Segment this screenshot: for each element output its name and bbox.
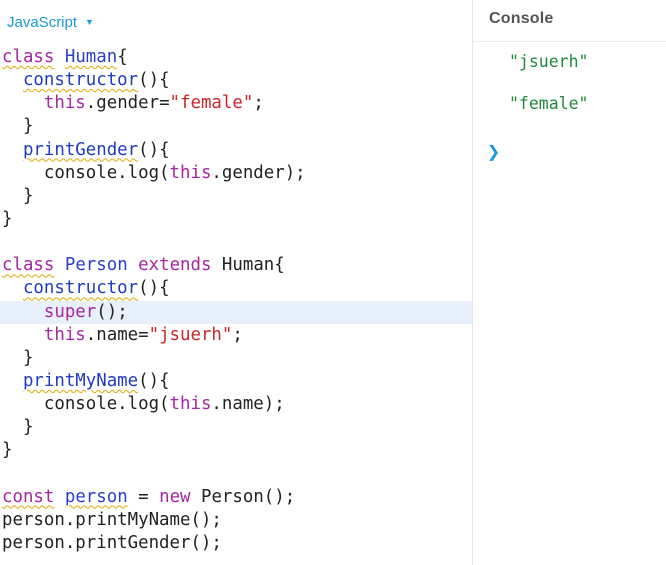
code-editor-panel[interactable]: JavaScript ▼ class Human{ constructor(){… xyxy=(0,0,473,565)
code-line[interactable]: } xyxy=(0,416,472,439)
code-token: .name= xyxy=(85,324,149,345)
code-area[interactable]: class Human{ constructor(){ this.gender=… xyxy=(0,46,472,555)
code-token: ; xyxy=(253,93,264,114)
code-token: ; xyxy=(232,324,243,345)
code-line[interactable]: constructor(){ xyxy=(0,277,472,300)
code-token: } xyxy=(2,116,34,137)
code-token: const xyxy=(2,486,55,507)
code-token: (); xyxy=(96,301,128,322)
code-token: .gender); xyxy=(211,162,306,183)
code-token: person xyxy=(64,486,128,507)
code-token: Human{ xyxy=(211,255,285,276)
code-line[interactable]: console.log(this.gender); xyxy=(0,162,472,185)
console-prompt-icon[interactable]: ❯ xyxy=(487,141,500,165)
code-token: } xyxy=(2,417,34,438)
language-label[interactable]: JavaScript xyxy=(7,14,77,31)
code-token: = xyxy=(127,486,160,507)
code-token: this xyxy=(169,162,212,183)
code-token: (){ xyxy=(138,70,170,91)
code-token: person.printMyName(); xyxy=(2,509,222,530)
code-token: class xyxy=(2,47,55,67)
console-output-line: "female" xyxy=(509,94,589,113)
code-line[interactable]: } xyxy=(0,439,472,462)
language-dropdown[interactable]: JavaScript ▼ xyxy=(7,11,94,33)
code-line[interactable]: printGender(){ xyxy=(0,139,472,162)
code-token: extends xyxy=(138,255,212,276)
console-output-line: "jsuerh" xyxy=(509,52,589,71)
code-token: Human xyxy=(64,47,118,67)
code-token: super xyxy=(43,301,97,322)
code-token: (){ xyxy=(138,278,170,299)
code-token: (){ xyxy=(138,370,170,391)
chevron-down-icon[interactable]: ▼ xyxy=(85,17,94,27)
code-line[interactable]: person.printGender(); xyxy=(0,532,472,555)
code-token: } xyxy=(2,440,13,461)
code-token: Person xyxy=(64,255,128,276)
code-line[interactable] xyxy=(0,231,472,254)
code-line[interactable]: super(); xyxy=(0,300,472,324)
code-line[interactable]: this.name="jsuerh"; xyxy=(0,324,472,347)
code-token: "jsuerh" xyxy=(148,324,233,345)
code-token: } xyxy=(2,347,34,368)
code-token: .gender= xyxy=(85,93,170,114)
code-token: person.printGender(); xyxy=(2,532,222,553)
code-token: .name); xyxy=(211,394,285,415)
code-token: "female" xyxy=(169,93,254,114)
code-token: this xyxy=(43,93,86,114)
code-token: console.log( xyxy=(2,162,170,183)
code-token: constructor xyxy=(22,70,139,91)
code-token: this xyxy=(169,394,212,415)
code-line[interactable]: } xyxy=(0,347,472,370)
code-token: constructor xyxy=(22,278,139,299)
code-line[interactable]: } xyxy=(0,115,472,138)
console-title: Console xyxy=(489,10,554,27)
code-token: new xyxy=(159,486,191,507)
code-token: this xyxy=(43,324,86,345)
code-line[interactable]: this.gender="female"; xyxy=(0,92,472,115)
code-token: } xyxy=(2,185,34,206)
code-token: Person(); xyxy=(190,486,296,507)
code-token: { xyxy=(117,47,128,67)
code-line[interactable]: class Human{ xyxy=(0,46,472,69)
code-token: console.log( xyxy=(2,394,170,415)
code-token: (){ xyxy=(138,139,170,160)
code-line[interactable]: console.log(this.name); xyxy=(0,393,472,416)
code-line[interactable]: } xyxy=(0,185,472,208)
code-line[interactable]: } xyxy=(0,208,472,231)
code-token: printMyName xyxy=(22,370,139,391)
console-panel: Console "jsuerh" "female" ❯ xyxy=(473,0,666,565)
code-line[interactable]: class Person extends Human{ xyxy=(0,254,472,277)
console-divider xyxy=(473,41,666,42)
code-line[interactable]: person.printMyName(); xyxy=(0,509,472,532)
code-token: class xyxy=(2,255,55,276)
code-token: } xyxy=(2,208,13,229)
code-line[interactable]: printMyName(){ xyxy=(0,370,472,393)
code-line[interactable]: const person = new Person(); xyxy=(0,486,472,509)
code-line[interactable]: constructor(){ xyxy=(0,69,472,92)
code-line[interactable] xyxy=(0,463,472,486)
code-token: printGender xyxy=(22,139,139,160)
